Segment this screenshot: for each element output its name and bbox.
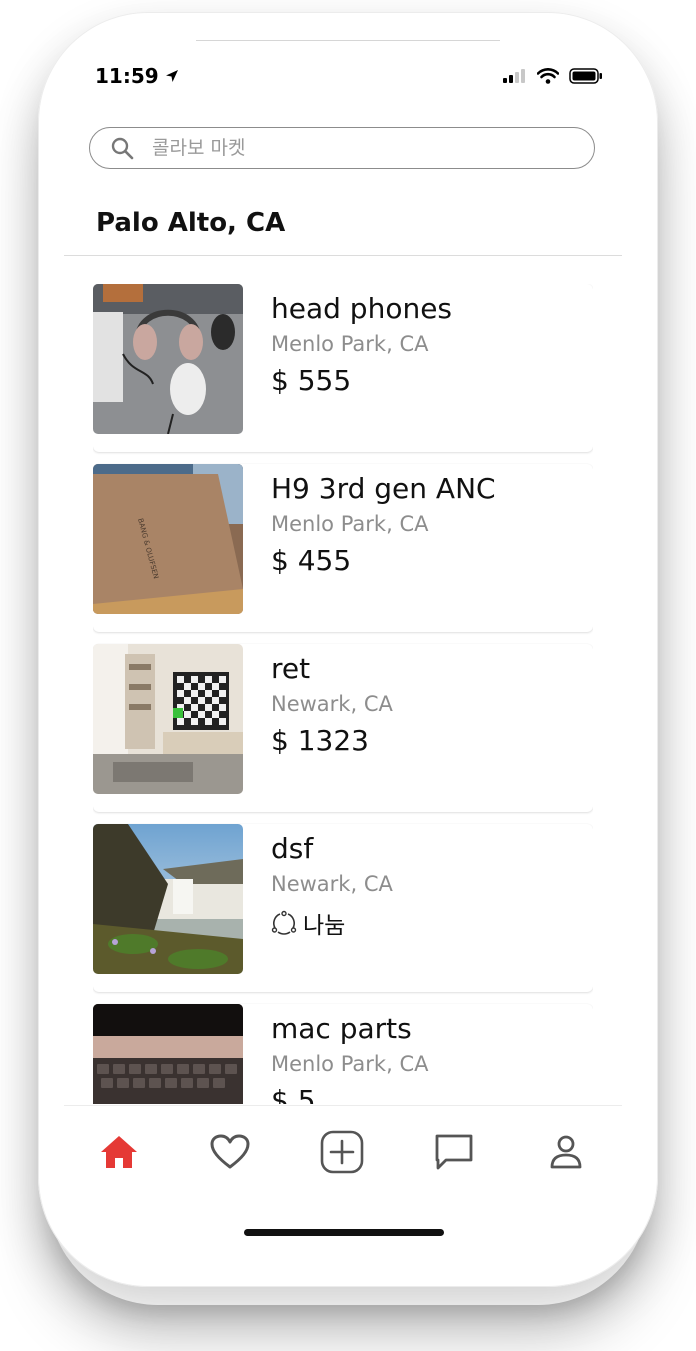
share-label: 나눔: [303, 913, 346, 939]
status-indicators: [503, 68, 603, 84]
location-title[interactable]: Palo Alto, CA: [96, 208, 285, 238]
listing-price: $ 555: [271, 364, 352, 397]
listing-item[interactable]: mac parts Menlo Park, CA $ 5: [93, 1004, 593, 1104]
tab-chat[interactable]: [432, 1130, 476, 1174]
listing-location: Newark, CA: [271, 692, 393, 716]
header-divider: [64, 255, 622, 256]
location-arrow-icon: [165, 70, 178, 82]
listing-item[interactable]: dsf Newark, CA 나눔: [93, 824, 593, 992]
add-icon: [320, 1130, 364, 1174]
battery-icon: [569, 68, 602, 84]
tab-home[interactable]: [97, 1130, 141, 1174]
listing-location: Menlo Park, CA: [271, 332, 429, 356]
listing-thumbnail[interactable]: [93, 644, 243, 794]
listing-title: H9 3rd gen ANC: [271, 472, 496, 505]
listing-title: dsf: [271, 832, 314, 865]
listing-price: $ 5: [271, 1084, 316, 1104]
listing-item[interactable]: head phones Menlo Park, CA $ 555: [93, 284, 593, 452]
wifi-icon: [537, 68, 559, 84]
listing-thumbnail[interactable]: [93, 1004, 243, 1104]
search-bar[interactable]: [89, 127, 595, 169]
listing-title: ret: [271, 652, 311, 685]
tab-profile[interactable]: [544, 1130, 588, 1174]
notch: [196, 40, 500, 41]
listing-title: mac parts: [271, 1012, 412, 1045]
listing-item[interactable]: BANG & OLUFSEN H9 3rd gen ANC Menlo Park…: [93, 464, 593, 632]
listing-location: Newark, CA: [271, 872, 393, 896]
home-indicator: [244, 1229, 444, 1236]
home-icon: [101, 1136, 137, 1168]
tabbar-divider: [64, 1105, 622, 1106]
phone-frame: 11:59 Palo: [38, 12, 658, 1287]
listing-location: Menlo Park, CA: [271, 512, 429, 536]
share-icon: [271, 910, 297, 935]
listing-thumbnail[interactable]: BANG & OLUFSEN: [93, 464, 243, 614]
signal-icon: [503, 69, 525, 83]
chat-icon: [435, 1134, 473, 1170]
search-icon: [110, 135, 136, 161]
status-time-label: 11:59: [95, 64, 159, 88]
listing-thumbnail[interactable]: [93, 284, 243, 434]
search-input[interactable]: [150, 136, 534, 160]
listing-title: head phones: [271, 292, 453, 325]
listing-thumbnail[interactable]: [93, 824, 243, 974]
listing-share-badge: 나눔: [271, 906, 345, 940]
listing-price: $ 455: [271, 544, 352, 577]
tab-add[interactable]: [320, 1130, 364, 1174]
profile-icon: [550, 1135, 582, 1169]
tab-favorites[interactable]: [208, 1130, 252, 1174]
listing-price: $ 1323: [271, 724, 369, 757]
listing-item[interactable]: ret Newark, CA $ 1323: [93, 644, 593, 812]
heart-icon: [210, 1134, 250, 1169]
status-time: 11:59: [95, 64, 179, 88]
listing-list[interactable]: head phones Menlo Park, CA $ 555 BANG & …: [93, 284, 593, 1104]
listing-location: Menlo Park, CA: [271, 1052, 429, 1076]
